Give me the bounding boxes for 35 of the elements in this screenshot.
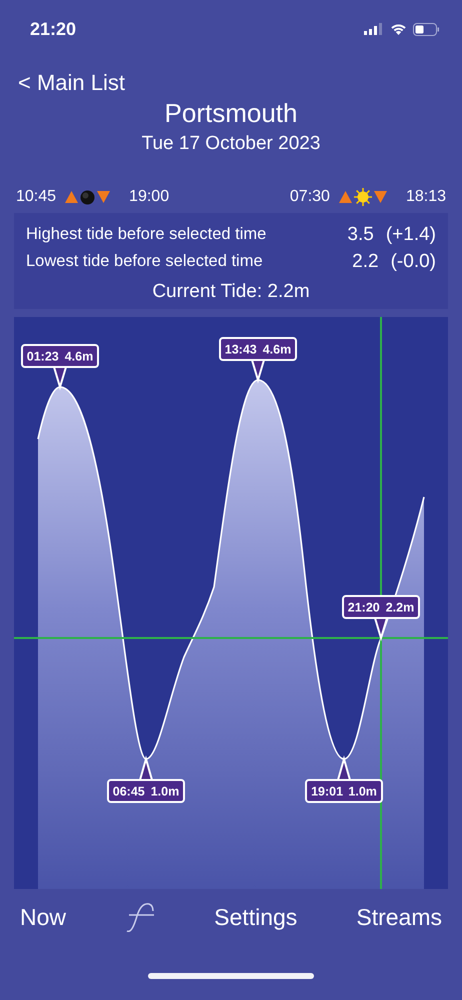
tide-callout: 21:20 2.2m <box>342 595 420 642</box>
tide-callout: 01:23 4.6m <box>21 344 99 390</box>
moonset-time: 19:00 <box>129 188 170 206</box>
moon-icon <box>80 190 96 204</box>
tab-item[interactable]: Settings <box>214 904 298 930</box>
location-title: Portsmouth <box>164 98 298 129</box>
summary-change: (-0.0) <box>390 250 436 272</box>
battery-icon <box>413 22 440 36</box>
back-link[interactable]: < Main List <box>18 70 125 95</box>
summary-change: (+1.4) <box>386 224 436 246</box>
sun-icon <box>354 188 372 206</box>
summary-label: Highest tide before selected time <box>26 225 266 244</box>
summary-value: 2.2 <box>352 250 379 272</box>
signal-icon <box>364 23 384 35</box>
wifi-icon <box>390 23 407 35</box>
rise-arrow-icon <box>64 190 80 204</box>
set-arrow-icon <box>96 190 112 204</box>
summary-value: 3.5 <box>347 224 374 246</box>
time-cursor-line[interactable] <box>380 317 382 889</box>
tide-callout: 06:45 1.0m <box>107 755 185 803</box>
moonrise-time: 10:45 <box>16 188 56 206</box>
rise-arrow-icon <box>338 190 353 204</box>
tide-callout: 13:43 4.6m <box>219 337 297 384</box>
tide-chart[interactable]: 01:23 4.6m 13:43 4.6m 06:45 1.0m 19:01 1.0m 21:20 2.2m <box>14 317 448 889</box>
tab-item[interactable]: Streams <box>356 904 442 930</box>
current-tide-label: Current Tide: 2.2m <box>151 281 311 303</box>
tide-callout: 19:01 1.0m <box>305 755 383 803</box>
status-time: 21:20 <box>30 18 76 40</box>
sunrise-time: 07:30 <box>290 188 330 206</box>
date-label: Tue 17 October 2023 <box>142 133 320 155</box>
sunset-time: 18:13 <box>406 188 446 206</box>
summary-label: Lowest tide before selected time <box>26 252 263 271</box>
curve-icon[interactable] <box>125 902 156 932</box>
set-arrow-icon <box>372 190 388 204</box>
tab-item[interactable]: Now <box>20 904 66 930</box>
